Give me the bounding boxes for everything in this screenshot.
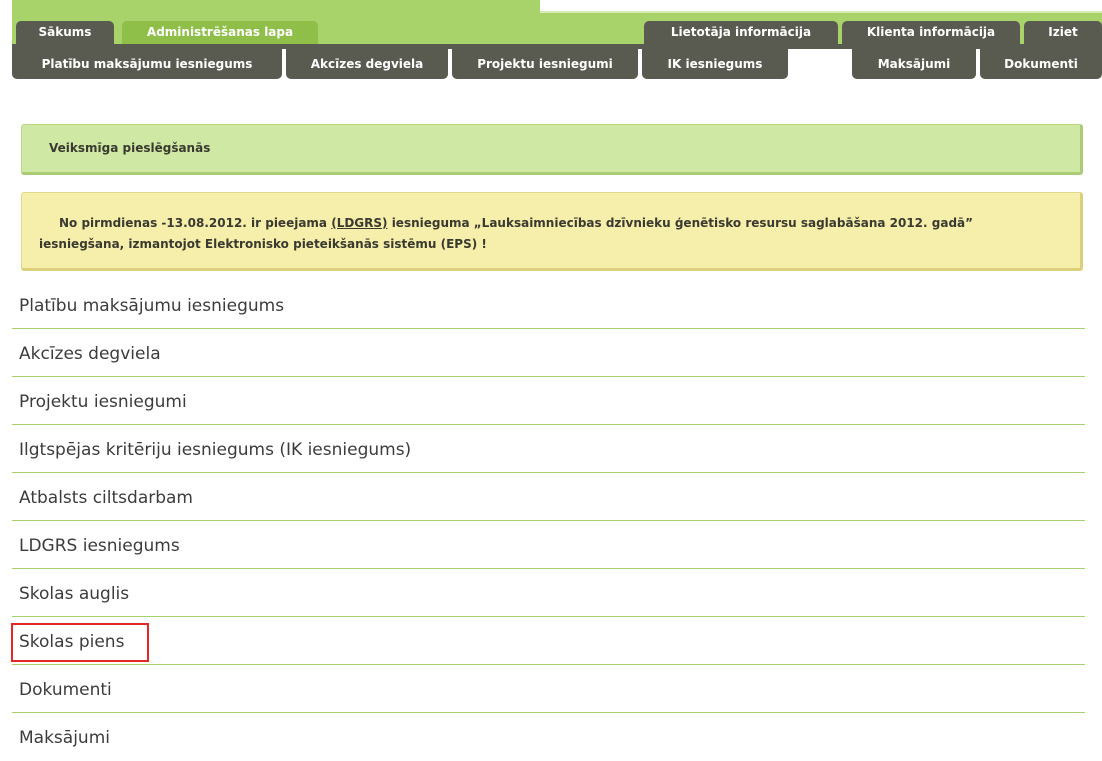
top-bar-seam — [540, 11, 1102, 13]
link-school-fruit[interactable]: Skolas auglis — [19, 584, 129, 604]
list-item: Platību maksājumu iesniegums — [12, 281, 1085, 329]
list-item: Projektu iesniegumi — [12, 377, 1085, 425]
link-breeding-support[interactable]: Atbalsts ciltsdarbam — [19, 488, 193, 508]
list-item: LDGRS iesniegums — [12, 521, 1085, 569]
subtab-excise-fuel[interactable]: Akcīzes degviela — [286, 49, 448, 79]
list-item: Akcīzes degviela — [12, 329, 1085, 377]
service-link-list: Platību maksājumu iesniegums Akcīzes deg… — [11, 281, 1085, 761]
success-message-text: Veiksmīga pieslēgšanās — [49, 141, 211, 155]
subtab-payments[interactable]: Maksājumi — [852, 49, 976, 79]
subtab-ik-apps[interactable]: IK iesniegums — [642, 49, 788, 79]
tab-user-info[interactable]: Lietotāja informācija — [644, 21, 838, 44]
link-documents[interactable]: Dokumenti — [19, 680, 112, 700]
notice-message: No pirmdienas -13.08.2012. ir pieejama (… — [21, 192, 1083, 271]
subtab-area-payments[interactable]: Platību maksājumu iesniegums — [12, 49, 282, 79]
list-item: Maksājumi — [12, 713, 1085, 761]
link-payments[interactable]: Maksājumi — [19, 728, 110, 748]
tab-client-info[interactable]: Klienta informācija — [842, 21, 1020, 44]
link-school-milk[interactable]: Skolas piens — [19, 632, 124, 652]
tab-admin[interactable]: Administrēšanas lapa — [122, 21, 318, 44]
top-nav-bar: Sākums Administrēšanas lapa Lietotāja in… — [12, 0, 1102, 44]
list-item: Dokumenti — [12, 665, 1085, 713]
secondary-nav-bar: Platību maksājumu iesniegums Akcīzes deg… — [12, 44, 1102, 100]
link-area-payments[interactable]: Platību maksājumu iesniegums — [19, 296, 284, 316]
notice-text-before: No pirmdienas -13.08.2012. ir pieejama — [59, 216, 332, 230]
link-excise-fuel[interactable]: Akcīzes degviela — [19, 344, 161, 364]
list-item: Skolas piens — [11, 617, 1085, 665]
link-ik-apps[interactable]: Ilgtspējas kritēriju iesniegums (IK iesn… — [19, 440, 411, 460]
subtab-documents[interactable]: Dokumenti — [980, 49, 1102, 79]
list-item: Skolas auglis — [12, 569, 1085, 617]
list-item: Ilgtspējas kritēriju iesniegums (IK iesn… — [12, 425, 1085, 473]
success-message: Veiksmīga pieslēgšanās — [21, 124, 1083, 175]
ldgrs-link[interactable]: (LDGRS) — [331, 216, 387, 230]
link-ldgrs[interactable]: LDGRS iesniegums — [19, 536, 180, 556]
tab-logout[interactable]: Iziet — [1024, 21, 1102, 44]
subtab-project-apps[interactable]: Projektu iesniegumi — [452, 49, 638, 79]
tab-home[interactable]: Sākums — [16, 21, 114, 44]
link-project-apps[interactable]: Projektu iesniegumi — [19, 392, 187, 412]
list-item: Atbalsts ciltsdarbam — [12, 473, 1085, 521]
